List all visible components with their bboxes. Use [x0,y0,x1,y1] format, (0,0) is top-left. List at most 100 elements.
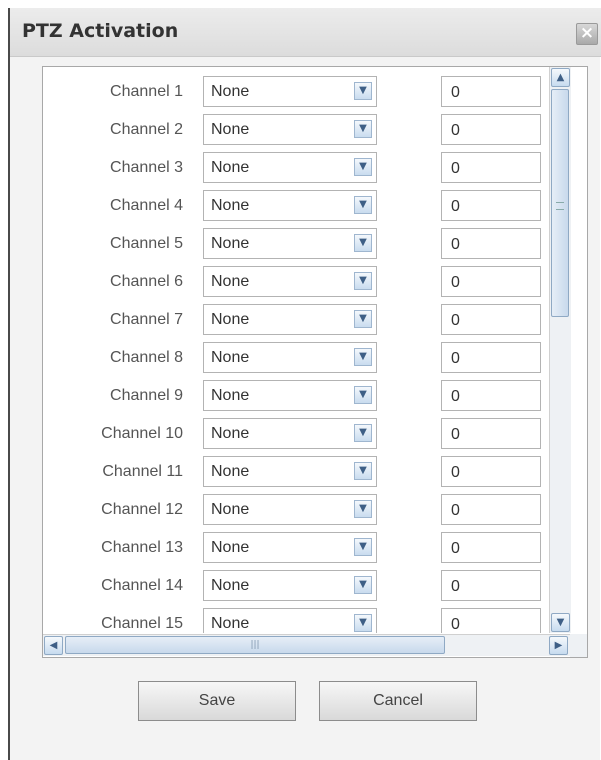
ptz-number-input[interactable]: 0 [441,304,541,335]
ptz-number-input[interactable]: 0 [441,418,541,449]
ptz-type-select[interactable]: None ▼ [203,608,377,633]
ptz-number-input[interactable]: 0 [441,190,541,221]
ptz-number-input[interactable]: 0 [441,266,541,297]
channel-label: Channel 2 [110,121,183,138]
ptz-number-input[interactable]: 0 [441,342,541,373]
save-button[interactable]: Save [138,681,296,721]
horizontal-scroll-thumb[interactable]: ||| [65,636,445,654]
chevron-down-icon[interactable]: ▼ [354,272,372,290]
channel-row: Channel 1 None ▼ 0 [43,75,548,113]
ptz-number-input[interactable]: 0 [441,570,541,601]
ptz-number-input[interactable]: 0 [441,456,541,487]
ptz-type-value: None [211,121,250,138]
vertical-scrollbar[interactable]: ▲ ▼ [549,67,571,633]
vertical-scroll-thumb[interactable] [551,89,569,317]
ptz-type-select[interactable]: None ▼ [203,76,377,107]
ptz-number-input[interactable]: 0 [441,380,541,411]
ptz-type-select[interactable]: None ▼ [203,342,377,373]
ptz-type-select[interactable]: None ▼ [203,456,377,487]
channel-label: Channel 14 [101,577,183,594]
channel-row: Channel 3 None ▼ 0 [43,151,548,189]
channel-label: Channel 5 [110,235,183,252]
channel-row: Channel 10 None ▼ 0 [43,417,548,455]
ptz-number-input[interactable]: 0 [441,114,541,145]
chevron-down-icon[interactable]: ▼ [354,462,372,480]
ptz-number-input[interactable]: 0 [441,532,541,563]
ptz-type-value: None [211,425,250,442]
ptz-type-value: None [211,539,250,556]
channel-label: Channel 8 [110,349,183,366]
channel-row: Channel 13 None ▼ 0 [43,531,548,569]
ptz-type-value: None [211,349,250,366]
ptz-type-value: None [211,197,250,214]
channel-row: Channel 2 None ▼ 0 [43,113,548,151]
ptz-type-value: None [211,83,250,100]
chevron-down-icon[interactable]: ▼ [354,158,372,176]
ptz-type-select[interactable]: None ▼ [203,380,377,411]
chevron-down-icon[interactable]: ▼ [354,234,372,252]
ptz-type-value: None [211,615,250,632]
channel-row: Channel 11 None ▼ 0 [43,455,548,493]
scrollbar-corner [570,634,587,657]
channel-label: Channel 4 [110,197,183,214]
channel-label: Channel 6 [110,273,183,290]
chevron-down-icon[interactable]: ▼ [354,538,372,556]
channel-label: Channel 13 [101,539,183,556]
scroll-down-icon[interactable]: ▼ [551,613,570,632]
chevron-down-icon[interactable]: ▼ [354,196,372,214]
ptz-type-value: None [211,501,250,518]
channel-row: Channel 8 None ▼ 0 [43,341,548,379]
chevron-down-icon[interactable]: ▼ [354,82,372,100]
channel-label: Channel 10 [101,425,183,442]
chevron-down-icon[interactable]: ▼ [354,348,372,366]
chevron-down-icon[interactable]: ▼ [354,500,372,518]
ptz-type-select[interactable]: None ▼ [203,152,377,183]
ptz-type-select[interactable]: None ▼ [203,266,377,297]
scroll-left-icon[interactable]: ◀ [44,636,63,655]
ptz-type-value: None [211,463,250,480]
chevron-down-icon[interactable]: ▼ [354,576,372,594]
channel-label: Channel 15 [101,615,183,632]
ptz-number-input[interactable]: 0 [441,608,541,633]
ptz-type-select[interactable]: None ▼ [203,418,377,449]
close-icon[interactable]: × [576,23,598,45]
ptz-number-input[interactable]: 0 [441,152,541,183]
dialog-titlebar: PTZ Activation × [10,8,601,57]
scroll-up-icon[interactable]: ▲ [551,68,570,87]
ptz-type-select[interactable]: None ▼ [203,532,377,563]
ptz-activation-dialog: PTZ Activation × Channel 1 None ▼ 0 Channel … [8,8,601,760]
chevron-down-icon[interactable]: ▼ [354,386,372,404]
cancel-button[interactable]: Cancel [319,681,477,721]
ptz-number-input[interactable]: 0 [441,494,541,525]
ptz-type-select[interactable]: None ▼ [203,190,377,221]
ptz-number-input[interactable]: 0 [441,228,541,259]
ptz-type-value: None [211,387,250,404]
chevron-down-icon[interactable]: ▼ [354,614,372,632]
ptz-type-value: None [211,311,250,328]
channel-label: Channel 7 [110,311,183,328]
chevron-down-icon[interactable]: ▼ [354,424,372,442]
ptz-number-input[interactable]: 0 [441,76,541,107]
ptz-type-select[interactable]: None ▼ [203,114,377,145]
channel-row: Channel 15 None ▼ 0 [43,607,548,633]
ptz-type-select[interactable]: None ▼ [203,228,377,259]
scroll-right-icon[interactable]: ▶ [549,636,568,655]
channel-row: Channel 7 None ▼ 0 [43,303,548,341]
channel-list-panel: Channel 1 None ▼ 0 Channel 2 None ▼ 0 Channel 3 N… [42,66,588,658]
ptz-type-value: None [211,577,250,594]
ptz-type-value: None [211,159,250,176]
channel-row: Channel 5 None ▼ 0 [43,227,548,265]
ptz-type-select[interactable]: None ▼ [203,304,377,335]
ptz-type-select[interactable]: None ▼ [203,494,377,525]
ptz-type-value: None [211,235,250,252]
channel-row: Channel 12 None ▼ 0 [43,493,548,531]
channel-label: Channel 12 [101,501,183,518]
ptz-type-select[interactable]: None ▼ [203,570,377,601]
channel-row: Channel 9 None ▼ 0 [43,379,548,417]
chevron-down-icon[interactable]: ▼ [354,120,372,138]
chevron-down-icon[interactable]: ▼ [354,310,372,328]
dialog-title: PTZ Activation [22,20,179,42]
horizontal-scrollbar[interactable]: ◀ ||| ▶ [43,634,570,656]
channel-row: Channel 4 None ▼ 0 [43,189,548,227]
channel-row: Channel 14 None ▼ 0 [43,569,548,607]
